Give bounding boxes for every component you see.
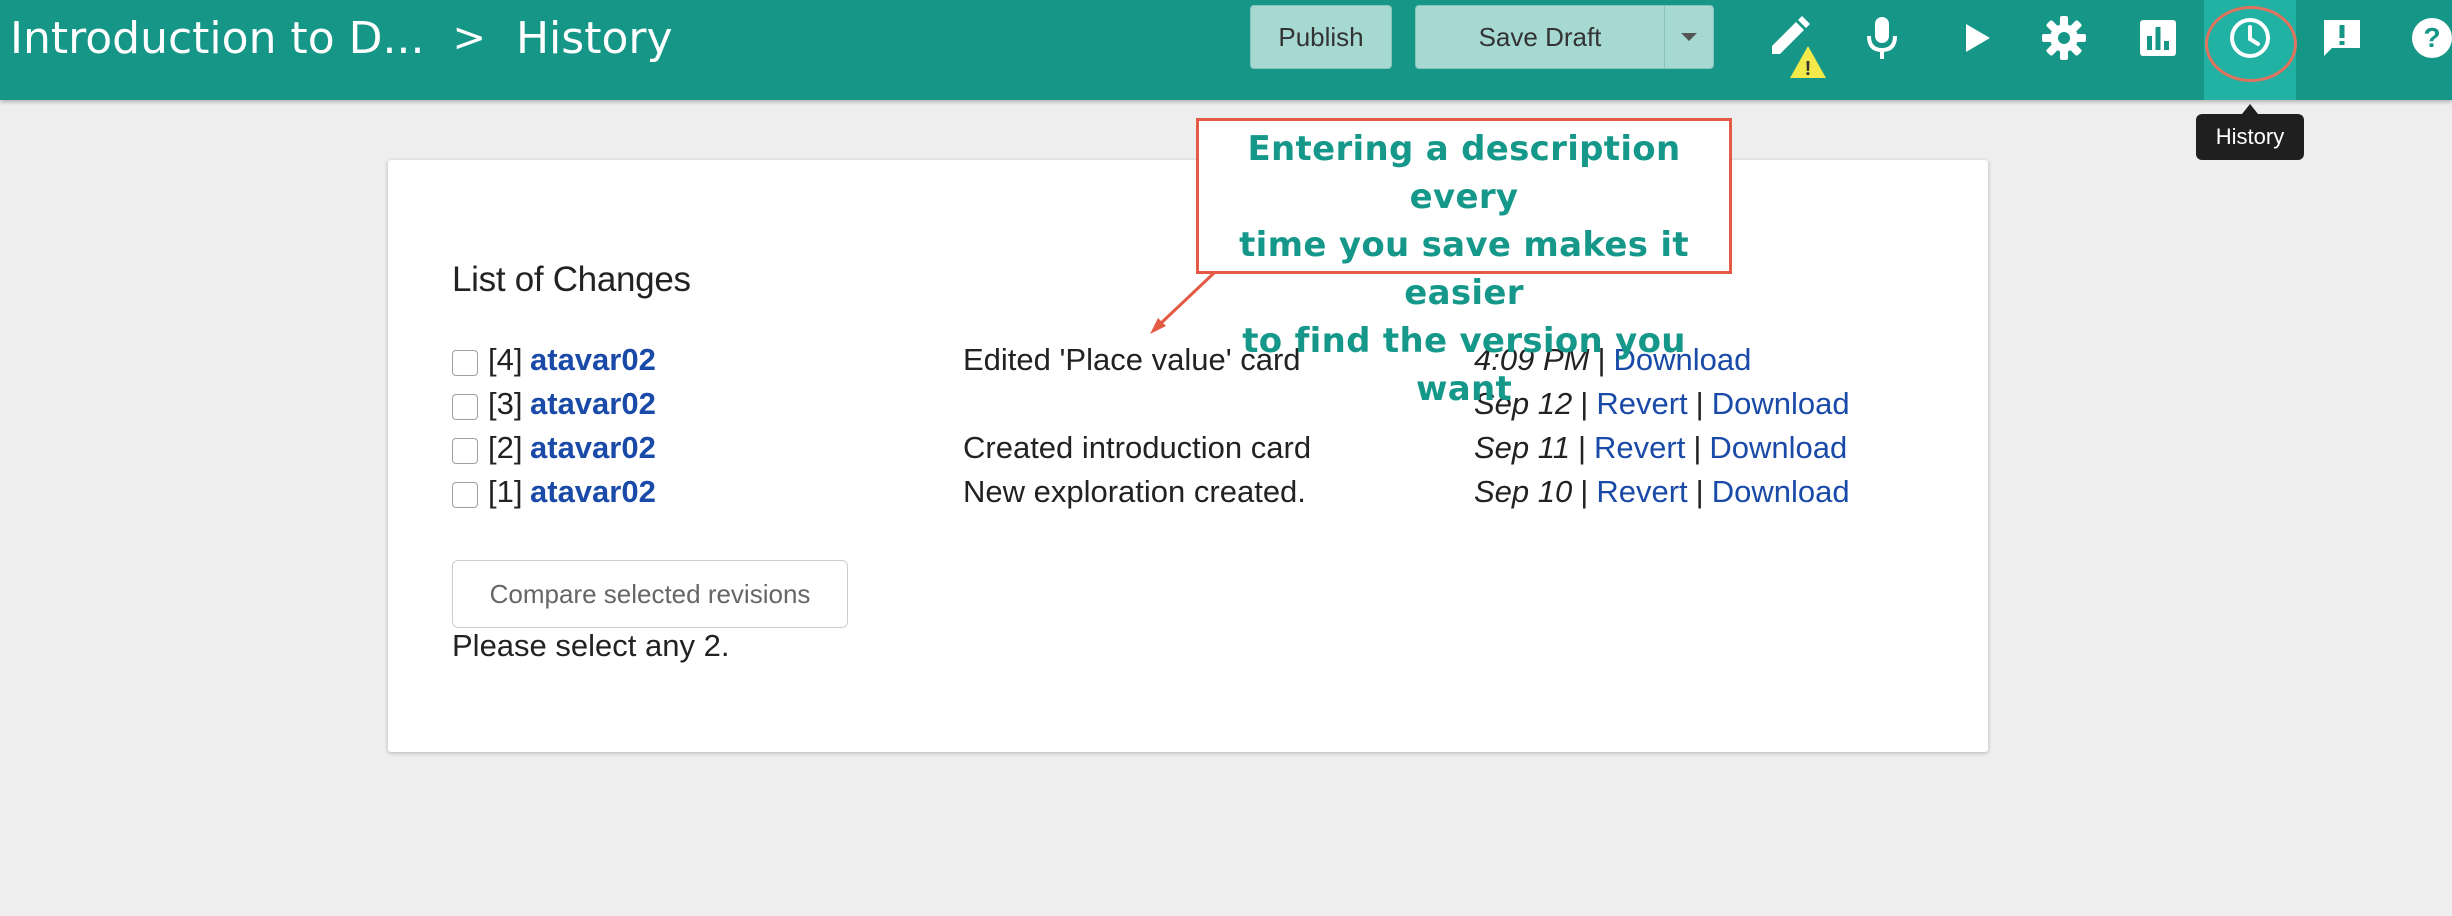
revision-version: [1] (488, 474, 523, 509)
revision-row: [1] atavar02 New exploration created. Se… (452, 472, 1952, 516)
revision-row: [2] atavar02 Created introduction card S… (452, 428, 1952, 472)
revision-version: [3] (488, 386, 523, 421)
translation-tab-button[interactable] (1854, 10, 1910, 66)
microphone-icon (1867, 17, 1897, 59)
gear-icon (2042, 16, 2086, 60)
preview-tab-button[interactable] (1948, 10, 2004, 66)
caret-down-icon (1681, 33, 1697, 41)
play-icon (1966, 24, 1990, 52)
annotation-line: Entering a description every (1247, 129, 1681, 217)
settings-tab-button[interactable] (2036, 10, 2092, 66)
breadcrumb-separator: > (452, 15, 486, 61)
revert-link[interactable]: Revert (1596, 474, 1687, 509)
revision-version: [2] (488, 430, 523, 465)
revision-checkbox[interactable] (452, 438, 478, 464)
history-highlight-circle (2205, 6, 2297, 82)
breadcrumb: Introduction to D... > History (10, 8, 673, 68)
top-navbar: Introduction to D... > History Publish S… (0, 0, 2452, 100)
revision-user-link[interactable]: atavar02 (530, 386, 656, 422)
revision-meta: Sep 11 | Revert | Download (1474, 430, 1847, 466)
compare-revisions-button[interactable]: Compare selected revisions (452, 560, 848, 628)
feedback-tab-button[interactable] (2314, 10, 2370, 66)
revision-meta: Sep 10 | Revert | Download (1474, 474, 1850, 510)
current-tab-title: History (515, 12, 673, 64)
help-icon: ? (2412, 18, 2452, 58)
selection-hint: Please select any 2. (452, 628, 730, 663)
help-button[interactable]: ? (2404, 10, 2452, 66)
warning-icon: ! (1790, 46, 1826, 80)
revision-user-link[interactable]: atavar02 (530, 342, 656, 378)
meta-separator: | (1693, 430, 1702, 465)
revision-checkbox[interactable] (452, 350, 478, 376)
meta-separator: | (1580, 474, 1589, 509)
history-card: List of Changes [4] atavar02 Edited 'Pla… (388, 160, 1988, 752)
bar-chart-icon (2140, 20, 2176, 56)
meta-separator: | (1577, 430, 1587, 465)
exploration-title[interactable]: Introduction to D... (10, 13, 424, 64)
annotation-line: time you save makes it easier (1239, 225, 1689, 313)
statistics-tab-button[interactable] (2130, 10, 2186, 66)
download-link[interactable]: Download (1712, 474, 1850, 509)
editor-tab-button[interactable]: ! (1762, 10, 1826, 80)
revision-user-link[interactable]: atavar02 (530, 474, 656, 510)
publish-button[interactable]: Publish (1250, 5, 1392, 69)
annotation-callout: Entering a description every time you sa… (1196, 118, 1732, 409)
svg-text:?: ? (2423, 22, 2440, 53)
revision-checkbox[interactable] (452, 394, 478, 420)
revision-user-link[interactable]: atavar02 (530, 430, 656, 466)
save-draft-dropdown-button[interactable] (1664, 5, 1714, 69)
annotation-line: to find the version you want (1242, 321, 1686, 409)
download-link[interactable]: Download (1709, 430, 1847, 465)
revision-message: Created introduction card (963, 430, 1312, 465)
revision-version: [4] (488, 342, 523, 377)
meta-separator: | (1695, 474, 1704, 509)
list-of-changes-title: List of Changes (452, 260, 691, 299)
revision-message: New exploration created. (963, 474, 1306, 509)
revision-date: Sep 10 (1474, 474, 1573, 509)
revision-checkbox[interactable] (452, 482, 478, 508)
save-draft-button[interactable]: Save Draft (1415, 5, 1665, 69)
history-tooltip: History (2196, 104, 2304, 160)
feedback-icon (2324, 20, 2360, 56)
warning-badge: ! (1805, 58, 1812, 80)
revert-link[interactable]: Revert (1594, 430, 1685, 465)
download-link[interactable]: Download (1712, 386, 1850, 421)
revision-date: Sep 11 (1474, 430, 1570, 465)
